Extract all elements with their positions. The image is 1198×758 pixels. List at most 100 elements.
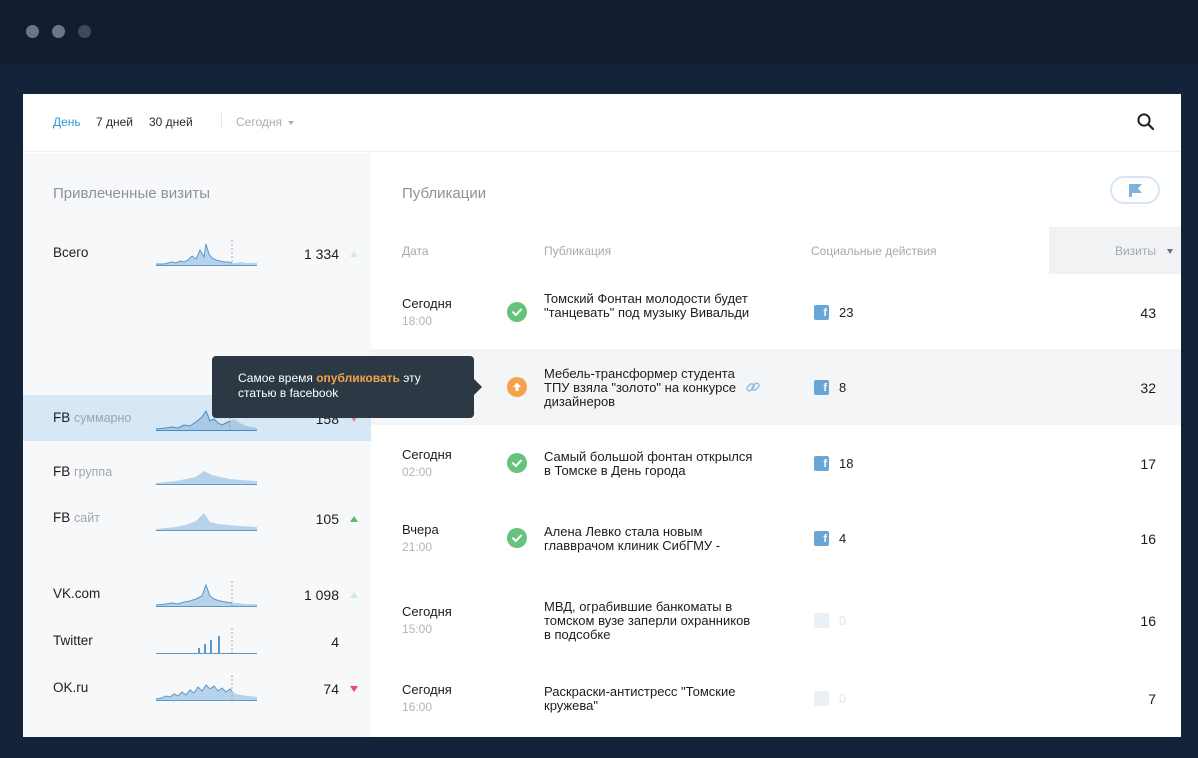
column-header-publication[interactable]: Публикация [544, 244, 611, 258]
row-day: Сегодня [402, 682, 452, 697]
row-visits: 43 [1140, 305, 1156, 321]
source-name-sub: сайт [74, 511, 100, 525]
filter-divider [221, 113, 222, 129]
row-title[interactable]: Раскраски-антистресс "Томские кружева" [544, 685, 754, 713]
flag-icon [1129, 184, 1142, 197]
row-title[interactable]: Алена Левко стала новым главврачом клини… [544, 525, 754, 553]
source-name: FB сайт [53, 510, 100, 525]
source-name: Всего [53, 245, 88, 260]
window-maximize-dot[interactable] [78, 25, 91, 38]
check-icon [507, 302, 527, 322]
source-row-vk[interactable]: VK.com 1 098 [23, 571, 371, 617]
flag-button[interactable] [1110, 176, 1160, 204]
sort-desc-icon [1167, 249, 1173, 254]
filter-30-days[interactable]: 30 дней [149, 115, 193, 129]
publish-tooltip: Самое время опубликовать эту статью в fa… [212, 356, 482, 418]
row-visits: 32 [1140, 380, 1156, 396]
row-time: 18:00 [402, 314, 433, 328]
source-row-total[interactable]: Всего 1 334 [23, 230, 371, 276]
source-value: 105 [315, 511, 339, 527]
row-day: Сегодня [402, 604, 452, 619]
source-name: Twitter [53, 633, 93, 648]
publication-row[interactable]: Сегодня 18:00 Томский Фонтан молодости б… [371, 274, 1181, 350]
source-name-main: Всего [53, 245, 89, 260]
source-row-ok[interactable]: OK.ru 74 [23, 665, 371, 711]
tooltip-publish-link[interactable]: опубликовать [316, 371, 400, 385]
date-select-value: Сегодня [236, 115, 282, 129]
row-title[interactable]: Мебель-трансформер студента ТПУ взяла "з… [544, 367, 754, 409]
facebook-icon: f [814, 456, 829, 471]
facebook-icon: f [814, 613, 829, 628]
source-name: OK.ru [53, 680, 88, 695]
window-titlebar [0, 0, 1198, 64]
row-social-actions: f8 [814, 380, 874, 396]
source-row-fb-group[interactable]: FB группа [23, 449, 371, 495]
row-title[interactable]: Самый большой фонтан открылся в Томске в… [544, 450, 754, 478]
column-header-visits-label: Визиты [1114, 244, 1156, 258]
facebook-icon: f [814, 380, 829, 395]
sparkline [156, 581, 257, 607]
filter-day[interactable]: День [53, 115, 81, 129]
filter-bar: День 7 дней 30 дней Сегодня [23, 94, 1181, 152]
column-header-date[interactable]: Дата [402, 244, 429, 258]
row-social-count: 0 [839, 691, 847, 706]
source-value: 1 098 [303, 587, 339, 603]
row-social-count: 18 [839, 456, 854, 471]
source-name: FB группа [53, 464, 112, 479]
sparkline [156, 471, 257, 485]
row-day: Вчера [402, 522, 439, 537]
publication-row[interactable]: Сегодня 16:00 Раскраски-антистресс "Томс… [371, 660, 1181, 736]
row-visits: 16 [1140, 531, 1156, 547]
row-social-actions: f0 [814, 613, 874, 629]
row-social-count: 0 [839, 613, 847, 628]
check-icon [507, 453, 527, 473]
source-value: 1 334 [303, 246, 339, 262]
attracted-visits-panel: Привлеченные визиты Всего 1 334 FB сумма… [23, 153, 371, 737]
trend-up-icon [350, 251, 358, 257]
source-row-fb-site[interactable]: FB сайт 105 [23, 495, 371, 541]
row-time: 02:00 [402, 465, 433, 479]
source-name: FB суммарно [53, 410, 131, 425]
analytics-window: День 7 дней 30 дней Сегодня Привлеченные… [23, 94, 1181, 737]
source-name-main: FB [53, 410, 71, 425]
trend-up-icon [350, 516, 358, 522]
source-row-twitter[interactable]: Twitter 4 [23, 618, 371, 664]
row-time: 16:00 [402, 700, 433, 714]
publication-row[interactable]: Вчера 21:00 Алена Левко стала новым глав… [371, 500, 1181, 576]
sparkline [156, 513, 257, 531]
trend-up-icon [350, 592, 358, 598]
row-social-count: 4 [839, 531, 847, 546]
source-name-main: VK.com [53, 586, 101, 601]
publication-row[interactable]: Сегодня 02:00 Самый большой фонтан откры… [371, 425, 1181, 501]
row-day: Сегодня [402, 296, 452, 311]
row-title[interactable]: МВД, ограбившие банкоматы в томском вузе… [544, 600, 754, 642]
tooltip-text-before: Самое время [238, 371, 317, 385]
row-visits: 7 [1148, 691, 1156, 707]
row-title[interactable]: Томский Фонтан молодости будет "танцеват… [544, 292, 754, 320]
facebook-icon: f [814, 691, 829, 706]
window-close-dot[interactable] [26, 25, 39, 38]
row-social-actions: f 18 [814, 456, 874, 472]
check-icon [507, 528, 527, 548]
publications-title: Публикации [402, 185, 487, 202]
window-minimize-dot[interactable] [52, 25, 65, 38]
filter-7-days[interactable]: 7 дней [96, 115, 133, 129]
row-time: 21:00 [402, 540, 433, 554]
publication-row[interactable]: Мебель-трансформер студента ТПУ взяла "з… [371, 349, 1181, 425]
column-header-social[interactable]: Социальные действия [811, 244, 937, 258]
source-name: VK.com [53, 586, 100, 601]
row-day: Сегодня [402, 447, 452, 462]
column-header-visits[interactable]: Визиты [1049, 227, 1181, 274]
sparkline [156, 628, 257, 654]
publication-row[interactable]: Сегодня 15:00 МВД, ограбившие банкоматы … [371, 582, 1181, 658]
source-value: 74 [323, 681, 339, 697]
row-social-actions: f4 [814, 531, 874, 547]
link-icon[interactable] [744, 378, 762, 396]
search-icon[interactable] [1136, 112, 1156, 132]
row-visits: 16 [1140, 613, 1156, 629]
alert-icon[interactable] [507, 377, 527, 397]
source-value: 4 [331, 634, 339, 650]
date-select[interactable]: Сегодня [236, 115, 294, 129]
row-social-count: 23 [839, 305, 854, 320]
source-name-sub: группа [74, 465, 113, 479]
